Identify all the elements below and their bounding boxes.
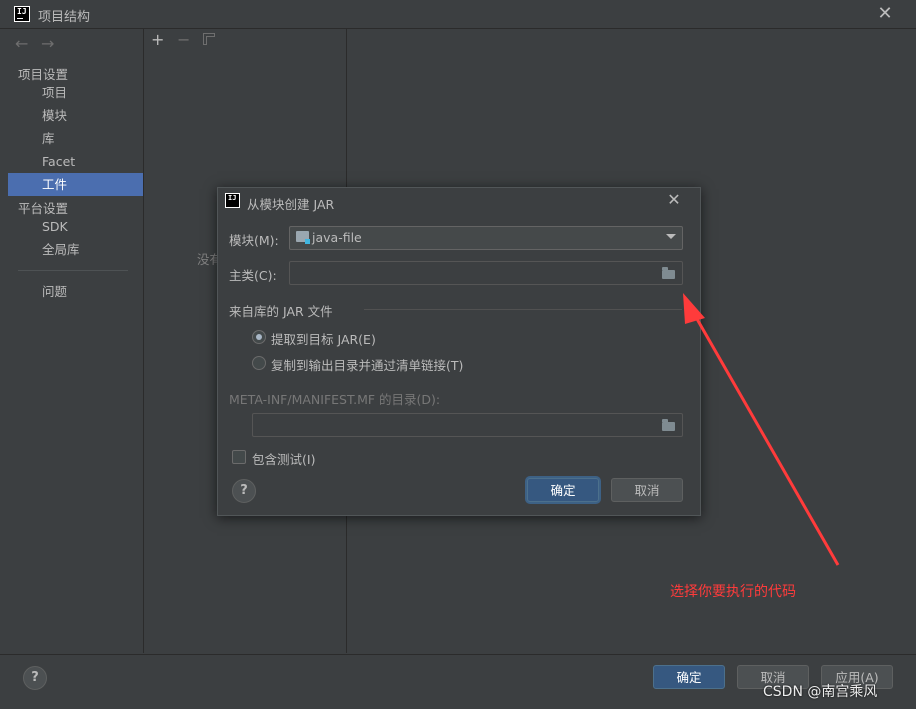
browse-folder-icon[interactable] — [662, 267, 675, 279]
manifest-dir-label: META-INF/MANIFEST.MF 的目录(D): — [229, 392, 441, 407]
window-close-icon[interactable]: ✕ — [874, 3, 896, 25]
jar-files-group-label: 来自库的 JAR 文件 — [229, 304, 333, 319]
include-tests-label[interactable]: 包含测试(I) — [252, 449, 315, 468]
chevron-down-icon[interactable] — [666, 234, 676, 239]
manifest-dir-input[interactable] — [252, 413, 683, 437]
sidebar-item-facets[interactable]: Facet — [8, 150, 143, 173]
sidebar-item-modules[interactable]: 模块 — [8, 104, 143, 127]
ok-button[interactable]: 确定 — [653, 665, 725, 689]
dialog-ok-button[interactable]: 确定 — [527, 478, 599, 502]
back-arrow-icon[interactable]: ← — [15, 34, 28, 53]
sidebar-item-project[interactable]: 项目 — [8, 81, 143, 104]
radio-extract[interactable] — [252, 330, 266, 344]
main-class-label: 主类(C): — [229, 268, 277, 283]
watermark: CSDN @南宫乘风 — [763, 684, 878, 700]
intellij-logo-icon: IJ — [14, 6, 30, 22]
dialog-help-button[interactable]: ? — [232, 479, 256, 503]
radio-extract-label[interactable]: 提取到目标 JAR(E) — [271, 329, 376, 348]
window-titlebar — [0, 0, 916, 29]
module-select-value: java-file — [312, 230, 362, 245]
sidebar-item-problems[interactable]: 问题 — [8, 280, 143, 303]
include-tests-checkbox[interactable] — [232, 450, 246, 464]
sidebar-item-global-libraries[interactable]: 全局库 — [8, 238, 143, 261]
window-title: 项目结构 — [38, 10, 91, 25]
annotation-text: 选择你要执行的代码 — [670, 584, 796, 600]
remove-icon[interactable]: − — [177, 30, 190, 49]
copy-icon[interactable] — [203, 33, 215, 45]
dialog-title: 从模块创建 JAR — [247, 197, 335, 212]
group-divider — [364, 309, 682, 310]
dialog-cancel-button[interactable]: 取消 — [611, 478, 683, 502]
add-icon[interactable]: + — [151, 30, 164, 49]
sidebar-item-artifacts[interactable]: 工件 — [8, 173, 143, 196]
help-button[interactable]: ? — [23, 666, 47, 690]
main-class-input[interactable] — [289, 261, 683, 285]
module-label: 模块(M): — [229, 233, 279, 248]
sidebar-item-sdks[interactable]: SDK — [8, 215, 143, 238]
manifest-browse-folder-icon[interactable] — [662, 419, 675, 431]
forward-arrow-icon[interactable]: → — [41, 34, 54, 53]
radio-copy-link-label[interactable]: 复制到输出目录并通过清单链接(T) — [271, 355, 463, 374]
module-folder-icon — [296, 231, 310, 244]
dialog-close-icon[interactable]: ✕ — [665, 191, 683, 209]
sidebar-item-libraries[interactable]: 库 — [8, 127, 143, 150]
radio-copy-link[interactable] — [252, 356, 266, 370]
sidebar-divider — [18, 270, 128, 271]
dialog-intellij-logo-icon: IJ — [225, 193, 240, 208]
